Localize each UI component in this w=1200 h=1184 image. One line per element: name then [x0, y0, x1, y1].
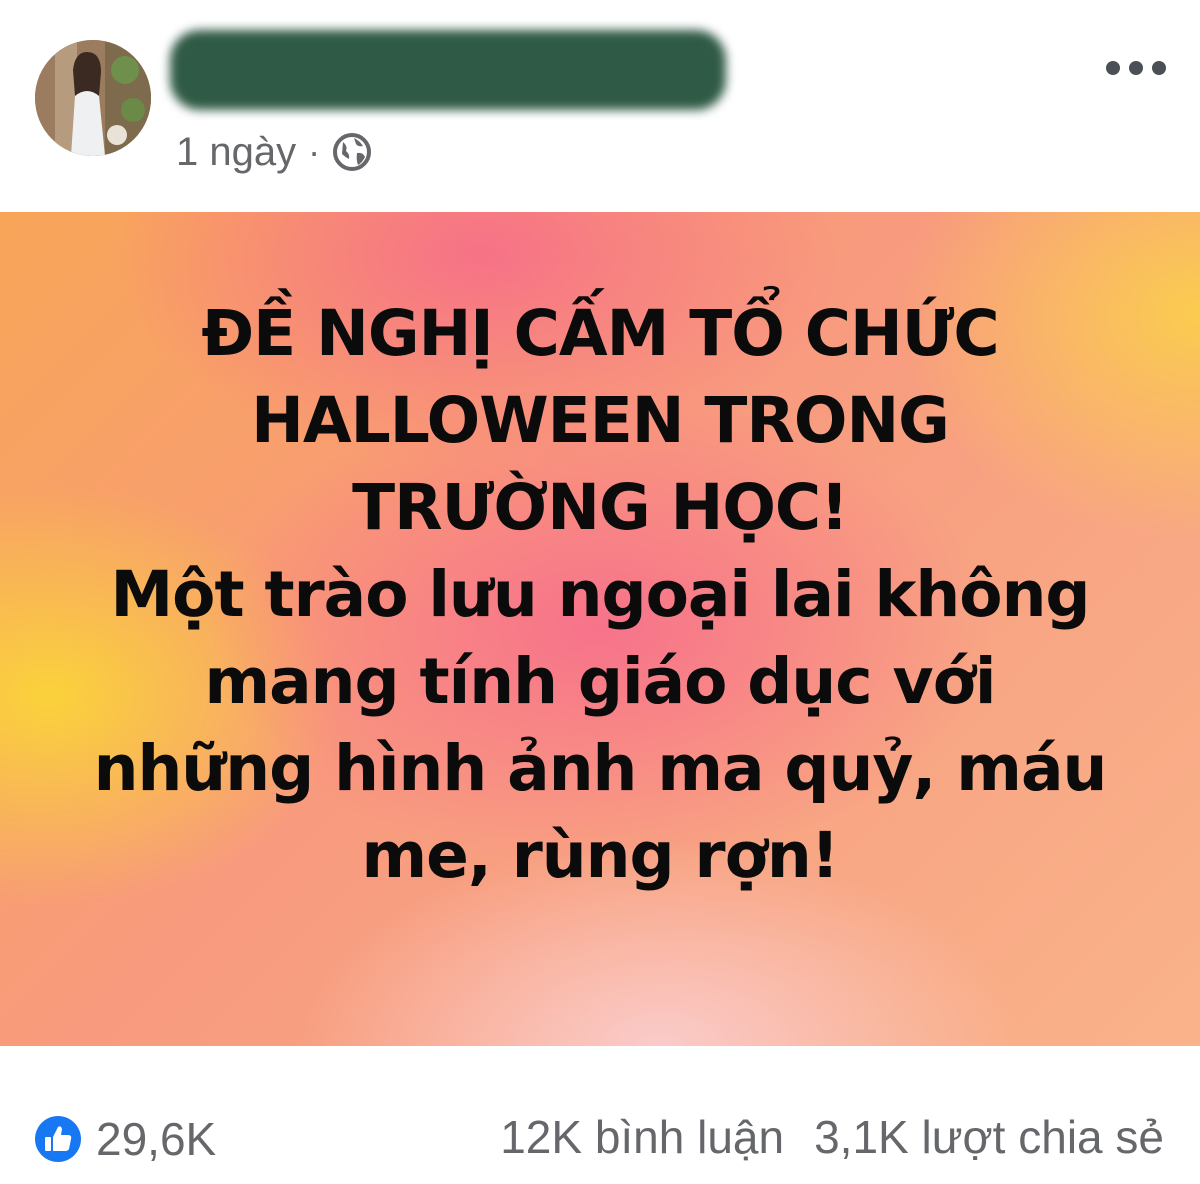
globe-icon[interactable]: [332, 132, 372, 172]
status-text: ĐỀ NGHỊ CẤM TỔ CHỨC HALLOWEEN TRONG TRƯỜ…: [60, 290, 1140, 899]
shares-count-link[interactable]: 3,1K lượt chia sẻ: [814, 1110, 1164, 1164]
status-line: me, rùng rợn!: [361, 819, 840, 892]
facebook-post: 1 ngày · ĐỀ NGHỊ CẤM TỔ CHỨC HALLOWEEN T…: [0, 0, 1200, 1184]
reactions-count: 29,6K: [96, 1113, 217, 1165]
post-timestamp[interactable]: 1 ngày: [176, 130, 296, 175]
more-horizontal-icon: [1106, 61, 1120, 75]
post-meta: 1 ngày ·: [176, 128, 372, 176]
status-line: Một trào lưu ngoại lai không: [110, 558, 1090, 631]
engagement-stats: 12K bình luận 3,1K lượt chia sẻ: [500, 1110, 1164, 1164]
avatar-photo: [35, 40, 151, 156]
meta-separator: ·: [308, 131, 321, 172]
status-line: những hình ảnh ma quỷ, máu: [93, 732, 1108, 805]
more-options-button[interactable]: [1106, 50, 1166, 86]
status-line: HALLOWEEN TRONG: [251, 384, 950, 457]
post-footer: 29,6K 12K bình luận 3,1K lượt chia sẻ: [0, 1046, 1200, 1184]
status-line: mang tính giáo dục với: [204, 645, 997, 718]
post-header: 1 ngày ·: [0, 0, 1200, 212]
more-horizontal-icon: [1152, 61, 1166, 75]
like-icon: [34, 1115, 82, 1163]
status-line: ĐỀ NGHỊ CẤM TỔ CHỨC: [201, 297, 999, 370]
reactions-summary[interactable]: 29,6K: [34, 1112, 216, 1166]
author-name-redacted[interactable]: [170, 30, 726, 110]
avatar[interactable]: [35, 40, 151, 156]
status-line: TRƯỜNG HỌC!: [352, 471, 849, 544]
comments-count-link[interactable]: 12K bình luận: [500, 1110, 784, 1164]
more-horizontal-icon: [1129, 61, 1143, 75]
